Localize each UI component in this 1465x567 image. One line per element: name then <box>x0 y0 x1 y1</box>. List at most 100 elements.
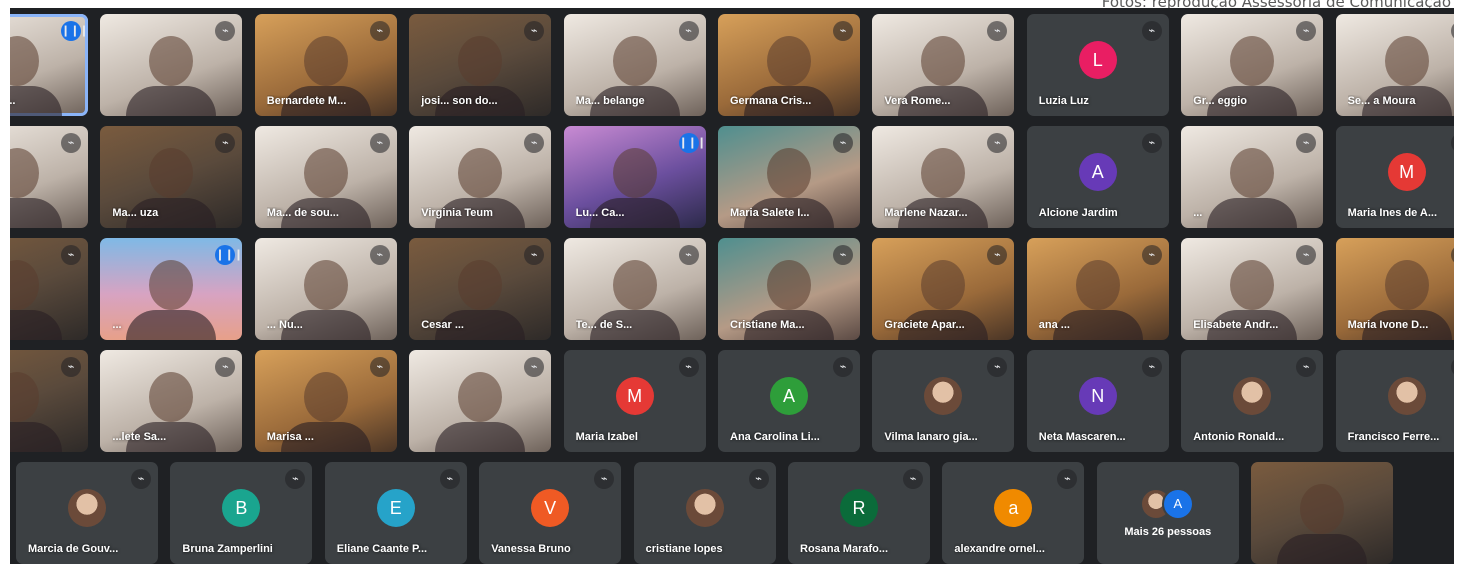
participant-tile[interactable]: ana ... ⌁ <box>1026 238 1169 340</box>
participant-tile[interactable]: josi... son do... ⌁ <box>409 14 552 116</box>
participant-tile[interactable]: Marisa ... ⌁ <box>254 350 397 452</box>
participant-tile[interactable]: Graciete Apar... ⌁ <box>872 238 1015 340</box>
participant-tile[interactable]: Se... a Moura ⌁ <box>1335 14 1454 116</box>
participant-tile[interactable]: Ma... uza ⌁ <box>100 126 243 228</box>
participant-tile[interactable]: Cristiane Ma... ⌁ <box>718 238 860 340</box>
participant-name: Ma... de sou... <box>266 207 339 219</box>
participant-tile[interactable]: Germana Cris... ⌁ <box>718 14 860 116</box>
participant-name: ...lete Sa... <box>112 431 167 443</box>
mic-off-icon: ⌁ <box>833 21 853 41</box>
participant-avatar: M <box>615 376 654 415</box>
participant-tile[interactable]: L Luzia Luz ⌁ <box>1026 14 1169 116</box>
mic-off-icon: ⌁ <box>678 245 699 265</box>
mic-off-icon: ⌁ <box>1296 21 1317 41</box>
participant-tile[interactable]: Marcia de Gouv... ⌁ <box>16 462 158 564</box>
mic-off-icon: ⌁ <box>1141 133 1162 153</box>
participant-tile[interactable]: R Rosana Marafo... ⌁ <box>788 462 930 564</box>
mic-off-icon: ⌁ <box>1141 21 1162 41</box>
participant-tile[interactable]: Vera Rome... ⌁ <box>872 14 1015 116</box>
participant-avatar: N <box>1078 376 1117 415</box>
participant-tile[interactable]: Francisco Ferre... ⌁ <box>1335 350 1454 452</box>
participant-tile[interactable]: Marlene Nazar... ⌁ <box>872 126 1015 228</box>
participant-tile[interactable]: Vilma lanaro gia... ⌁ <box>872 350 1015 452</box>
speaking-indicator-icon: ❙❙❙ <box>61 21 88 41</box>
participant-tile[interactable]: ⌁ <box>409 350 552 452</box>
participant-tile[interactable] <box>1251 462 1394 564</box>
participant-name: ... <box>1193 207 1203 219</box>
participant-tile[interactable]: Bernardete M... ⌁ <box>254 14 397 116</box>
more-participants-label[interactable]: Mais 26 pessoas <box>1097 526 1239 538</box>
mic-off-icon: ⌁ <box>748 469 769 489</box>
participant-tile[interactable]: Virginia Teum ⌁ <box>409 126 552 228</box>
participant-tile[interactable]: ... Silva... ⌁ <box>10 238 88 340</box>
participant-tile[interactable]: cristiane lopes ⌁ <box>633 462 776 564</box>
mic-off-icon: ⌁ <box>987 21 1008 41</box>
participant-tile[interactable]: Ma... de sou... ⌁ <box>254 126 397 228</box>
participant-tile[interactable]: Dado Ner... ❙❙❙ <box>10 14 88 116</box>
mic-off-icon: ⌁ <box>369 357 390 377</box>
mic-off-icon: ⌁ <box>524 21 545 41</box>
participant-name: Germana Cris... <box>730 95 812 107</box>
mic-off-icon: ⌁ <box>215 133 236 153</box>
participant-name: Eliane Caante P... <box>336 543 428 555</box>
participant-tile[interactable]: E Eliane Caante P... ⌁ <box>324 462 467 564</box>
participant-name: Marcia de Gouv... <box>28 543 119 555</box>
participant-name: Vera Rome... <box>884 95 951 107</box>
mic-off-icon: ⌁ <box>369 133 390 153</box>
mic-off-icon: ⌁ <box>903 469 923 489</box>
participant-tile[interactable]: ... ❙❙❙ <box>100 238 243 340</box>
participant-name: Ma... belange <box>575 95 645 107</box>
participant-avatar <box>1387 376 1426 415</box>
participant-name: alexandre ornel... <box>954 543 1045 555</box>
participant-tile[interactable]: Lu... Ca... ❙❙❙ <box>563 126 706 228</box>
participant-tile[interactable]: M Maria Izabel ⌁ <box>563 350 706 452</box>
participant-tile[interactable]: B Bruna Zamperlini ⌁ <box>170 462 313 564</box>
participant-tile[interactable]: Maria Salete I... ⌁ <box>718 126 860 228</box>
mic-off-icon: ⌁ <box>1141 357 1162 377</box>
participant-name: ... <box>112 319 122 331</box>
participant-name: Maria Ivone D... <box>1347 319 1429 331</box>
participant-name: Maria Ines de A... <box>1347 207 1438 219</box>
participant-name: Ana Carolina Li... <box>730 431 820 443</box>
participant-tile[interactable]: ... Cunha ⌁ <box>10 126 88 228</box>
mic-off-icon: ⌁ <box>524 245 545 265</box>
participant-name: ana ... <box>1038 319 1070 331</box>
participant-tile[interactable]: Gr... eggio ⌁ <box>1181 14 1324 116</box>
participant-tile[interactable]: ...veira ⌁ <box>10 350 88 452</box>
participant-name: ... Nu... <box>266 319 303 331</box>
participant-name: Cesar ... <box>421 319 464 331</box>
participant-tile[interactable]: Antonio Ronald... ⌁ <box>1181 350 1324 452</box>
participant-tile[interactable]: Cesar ... ⌁ <box>409 238 552 340</box>
participant-name: Virginia Teum <box>421 207 493 219</box>
participant-tile[interactable]: A Ana Carolina Li... ⌁ <box>718 350 860 452</box>
participant-name: Neta Mascaren... <box>1038 431 1126 443</box>
participant-tile[interactable]: a alexandre ornel... ⌁ <box>942 462 1085 564</box>
participant-tile[interactable]: M Maria Ines de A... ⌁ <box>1335 126 1454 228</box>
participant-tile[interactable]: N Neta Mascaren... ⌁ <box>1026 350 1169 452</box>
mic-off-icon: ⌁ <box>524 357 545 377</box>
participant-tile[interactable]: ... ⌁ <box>1181 126 1324 228</box>
participant-name: Vilma lanaro gia... <box>884 431 978 443</box>
participant-tile[interactable]: ...lete Sa... ⌁ <box>100 350 243 452</box>
participant-tile[interactable]: Te... de S... ⌁ <box>563 238 706 340</box>
participant-tile[interactable]: ... Nu... ⌁ <box>254 238 397 340</box>
participant-tile[interactable]: Maria Ivone D... ⌁ <box>1335 238 1454 340</box>
participant-avatar: E <box>376 488 415 527</box>
participant-tile[interactable]: Elisabete Andr... ⌁ <box>1181 238 1324 340</box>
participant-name: ... Cunha <box>10 207 80 219</box>
participant-avatar <box>1233 376 1272 415</box>
participant-name: Lu... Ca... <box>575 207 625 219</box>
participant-avatar: A <box>1161 487 1194 520</box>
mic-off-icon: ⌁ <box>1296 245 1317 265</box>
mic-off-icon: ⌁ <box>215 21 236 41</box>
mic-off-icon: ⌁ <box>1450 21 1454 41</box>
participant-name: Bernardete M... <box>266 95 347 107</box>
participant-tile[interactable]: A Mais 26 pessoas <box>1096 462 1239 564</box>
mic-off-icon: ⌁ <box>987 133 1008 153</box>
participant-tile[interactable]: A Alcione Jardim ⌁ <box>1026 126 1169 228</box>
mic-off-icon: ⌁ <box>678 21 699 41</box>
participant-tile[interactable]: Ma... belange ⌁ <box>563 14 706 116</box>
participant-tile[interactable]: V Vanessa Bruno ⌁ <box>479 462 622 564</box>
participant-tile[interactable]: ⌁ <box>100 14 243 116</box>
participant-avatar <box>685 488 724 527</box>
